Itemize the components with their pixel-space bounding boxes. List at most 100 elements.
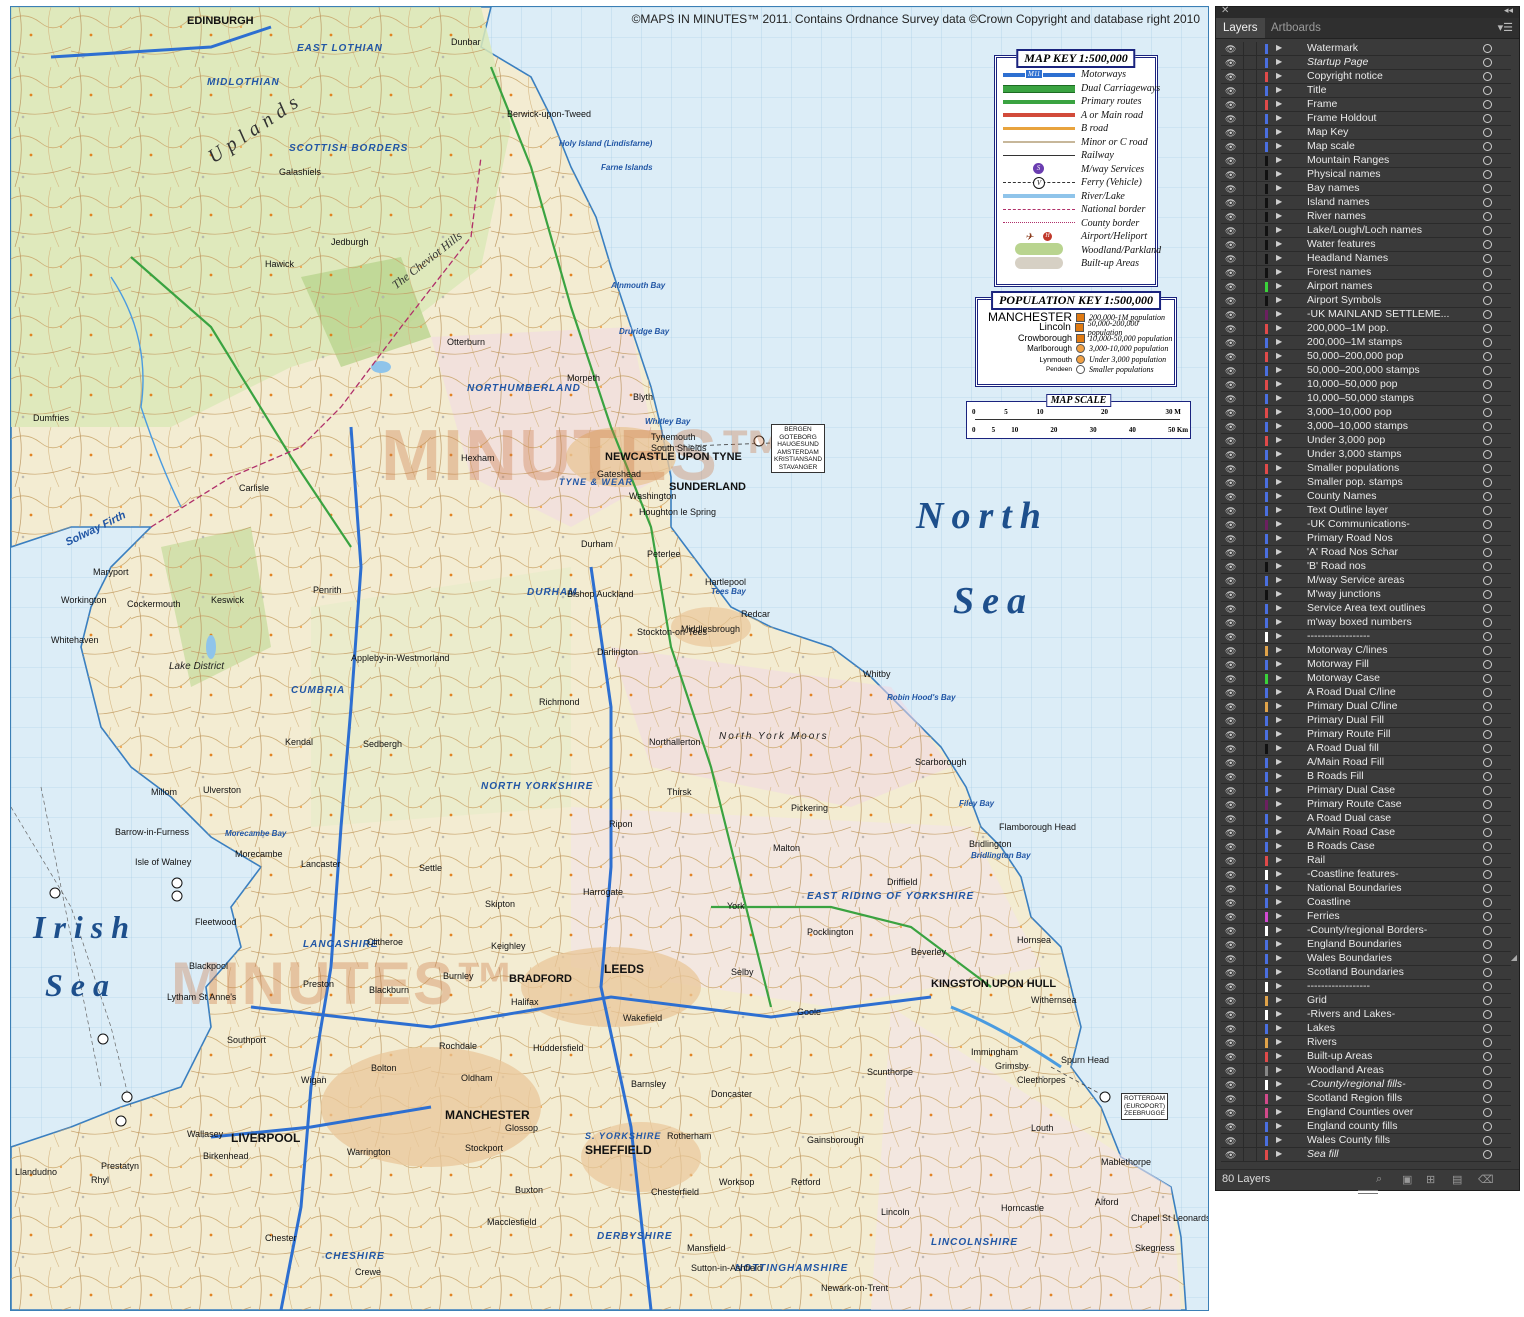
expand-triangle-icon[interactable]: ▶	[1276, 127, 1282, 136]
eye-icon[interactable]: 👁	[1225, 128, 1236, 139]
collapse-icon[interactable]: ◂◂	[1504, 5, 1513, 16]
eye-icon[interactable]: 👁	[1225, 954, 1236, 965]
layer-row[interactable]: 👁 ▶ Ferries	[1221, 910, 1511, 924]
layer-row[interactable]: 👁 ▶ Under 3,000 stamps	[1221, 448, 1511, 462]
layer-name[interactable]: B Roads Case	[1307, 840, 1375, 853]
expand-triangle-icon[interactable]: ▶	[1276, 183, 1282, 192]
expand-triangle-icon[interactable]: ▶	[1276, 897, 1282, 906]
target-circle-icon[interactable]	[1483, 464, 1492, 473]
layer-name[interactable]: A/Main Road Fill	[1307, 756, 1384, 769]
layer-row[interactable]: 👁 ▶ Bay names	[1221, 182, 1511, 196]
eye-icon[interactable]: 👁	[1225, 1038, 1236, 1049]
layer-row[interactable]: 👁 ▶ Sea fill	[1221, 1148, 1511, 1162]
lock-toggle[interactable]	[1243, 70, 1257, 83]
expand-triangle-icon[interactable]: ▶	[1276, 813, 1282, 822]
expand-triangle-icon[interactable]: ▶	[1276, 715, 1282, 724]
expand-triangle-icon[interactable]: ▶	[1276, 253, 1282, 262]
lock-toggle[interactable]	[1243, 182, 1257, 195]
layer-name[interactable]: Copyright notice	[1307, 70, 1383, 83]
lock-toggle[interactable]	[1243, 546, 1257, 559]
layer-name[interactable]: Grid	[1307, 994, 1327, 1007]
lock-toggle[interactable]	[1243, 756, 1257, 769]
expand-triangle-icon[interactable]: ▶	[1276, 589, 1282, 598]
lock-toggle[interactable]	[1243, 140, 1257, 153]
expand-triangle-icon[interactable]: ▶	[1276, 659, 1282, 668]
lock-toggle[interactable]	[1243, 490, 1257, 503]
layer-row[interactable]: 👁 ▶ Smaller populations	[1221, 462, 1511, 476]
layer-name[interactable]: Map scale	[1307, 140, 1355, 153]
layer-name[interactable]: Physical names	[1307, 168, 1381, 181]
layer-row[interactable]: 👁 ▶ Forest names	[1221, 266, 1511, 280]
expand-triangle-icon[interactable]: ▶	[1276, 869, 1282, 878]
target-circle-icon[interactable]	[1483, 1122, 1492, 1131]
layer-name[interactable]: 10,000–50,000 stamps	[1307, 392, 1414, 405]
target-circle-icon[interactable]	[1483, 912, 1492, 921]
lock-toggle[interactable]	[1243, 504, 1257, 517]
lock-toggle[interactable]	[1243, 896, 1257, 909]
create-sublayer-icon[interactable]: ⊞	[1426, 1173, 1435, 1186]
eye-icon[interactable]: 👁	[1225, 940, 1236, 951]
layer-row[interactable]: 👁 ▶ 200,000–1M pop.	[1221, 322, 1511, 336]
expand-triangle-icon[interactable]: ▶	[1276, 435, 1282, 444]
layer-name[interactable]: Motorway Case	[1307, 672, 1380, 685]
layer-row[interactable]: 👁 ▶ -County/regional fills-	[1221, 1078, 1511, 1092]
lock-toggle[interactable]	[1243, 1022, 1257, 1035]
expand-triangle-icon[interactable]: ▶	[1276, 1149, 1282, 1158]
target-circle-icon[interactable]	[1483, 870, 1492, 879]
target-circle-icon[interactable]	[1483, 268, 1492, 277]
target-circle-icon[interactable]	[1483, 100, 1492, 109]
layer-row[interactable]: 👁 ▶ A Road Dual case	[1221, 812, 1511, 826]
eye-icon[interactable]: 👁	[1225, 380, 1236, 391]
expand-triangle-icon[interactable]: ▶	[1276, 505, 1282, 514]
lock-toggle[interactable]	[1243, 112, 1257, 125]
layer-row[interactable]: 👁 ▶ Water features	[1221, 238, 1511, 252]
target-circle-icon[interactable]	[1483, 1108, 1492, 1117]
target-circle-icon[interactable]	[1483, 674, 1492, 683]
target-circle-icon[interactable]	[1483, 1052, 1492, 1061]
expand-triangle-icon[interactable]: ▶	[1276, 981, 1282, 990]
layer-name[interactable]: Primary Route Case	[1307, 798, 1402, 811]
expand-triangle-icon[interactable]: ▶	[1276, 687, 1282, 696]
layer-name[interactable]: Smaller populations	[1307, 462, 1399, 475]
layer-name[interactable]: Bay names	[1307, 182, 1360, 195]
resize-grip[interactable]	[1357, 1190, 1378, 1194]
expand-triangle-icon[interactable]: ▶	[1276, 771, 1282, 780]
lock-toggle[interactable]	[1243, 476, 1257, 489]
target-circle-icon[interactable]	[1483, 856, 1492, 865]
expand-triangle-icon[interactable]: ▶	[1276, 785, 1282, 794]
layer-name[interactable]: Service Area text outlines	[1307, 602, 1425, 615]
layer-name[interactable]: Mountain Ranges	[1307, 154, 1389, 167]
layer-row[interactable]: 👁 ▶ Frame	[1221, 98, 1511, 112]
expand-triangle-icon[interactable]: ▶	[1276, 1051, 1282, 1060]
layer-name[interactable]: ------------------	[1307, 980, 1370, 993]
expand-triangle-icon[interactable]: ▶	[1276, 43, 1282, 52]
layer-row[interactable]: 👁 ▶ Primary Dual C/line	[1221, 700, 1511, 714]
expand-triangle-icon[interactable]: ▶	[1276, 281, 1282, 290]
target-circle-icon[interactable]	[1483, 436, 1492, 445]
target-circle-icon[interactable]	[1483, 352, 1492, 361]
eye-icon[interactable]: 👁	[1225, 786, 1236, 797]
target-circle-icon[interactable]	[1483, 786, 1492, 795]
eye-icon[interactable]: 👁	[1225, 926, 1236, 937]
layer-row[interactable]: 👁 ▶ Under 3,000 pop	[1221, 434, 1511, 448]
eye-icon[interactable]: 👁	[1225, 618, 1236, 629]
layer-name[interactable]: Motorway C/lines	[1307, 644, 1388, 657]
target-circle-icon[interactable]	[1483, 940, 1492, 949]
layer-row[interactable]: 👁 ▶ Motorway Fill	[1221, 658, 1511, 672]
layer-name[interactable]: B Roads Fill	[1307, 770, 1364, 783]
layer-name[interactable]: Motorway Fill	[1307, 658, 1369, 671]
tab-artboards[interactable]: Artboards	[1264, 18, 1328, 38]
layer-name[interactable]: Coastline	[1307, 896, 1351, 909]
lock-toggle[interactable]	[1243, 294, 1257, 307]
expand-triangle-icon[interactable]: ▶	[1276, 155, 1282, 164]
layer-row[interactable]: 👁 ▶ 50,000–200,000 pop	[1221, 350, 1511, 364]
eye-icon[interactable]: 👁	[1225, 58, 1236, 69]
eye-icon[interactable]: 👁	[1225, 1024, 1236, 1035]
eye-icon[interactable]: 👁	[1225, 744, 1236, 755]
expand-triangle-icon[interactable]: ▶	[1276, 827, 1282, 836]
lock-toggle[interactable]	[1243, 854, 1257, 867]
expand-triangle-icon[interactable]: ▶	[1276, 85, 1282, 94]
expand-triangle-icon[interactable]: ▶	[1276, 743, 1282, 752]
lock-toggle[interactable]	[1243, 420, 1257, 433]
expand-triangle-icon[interactable]: ▶	[1276, 925, 1282, 934]
